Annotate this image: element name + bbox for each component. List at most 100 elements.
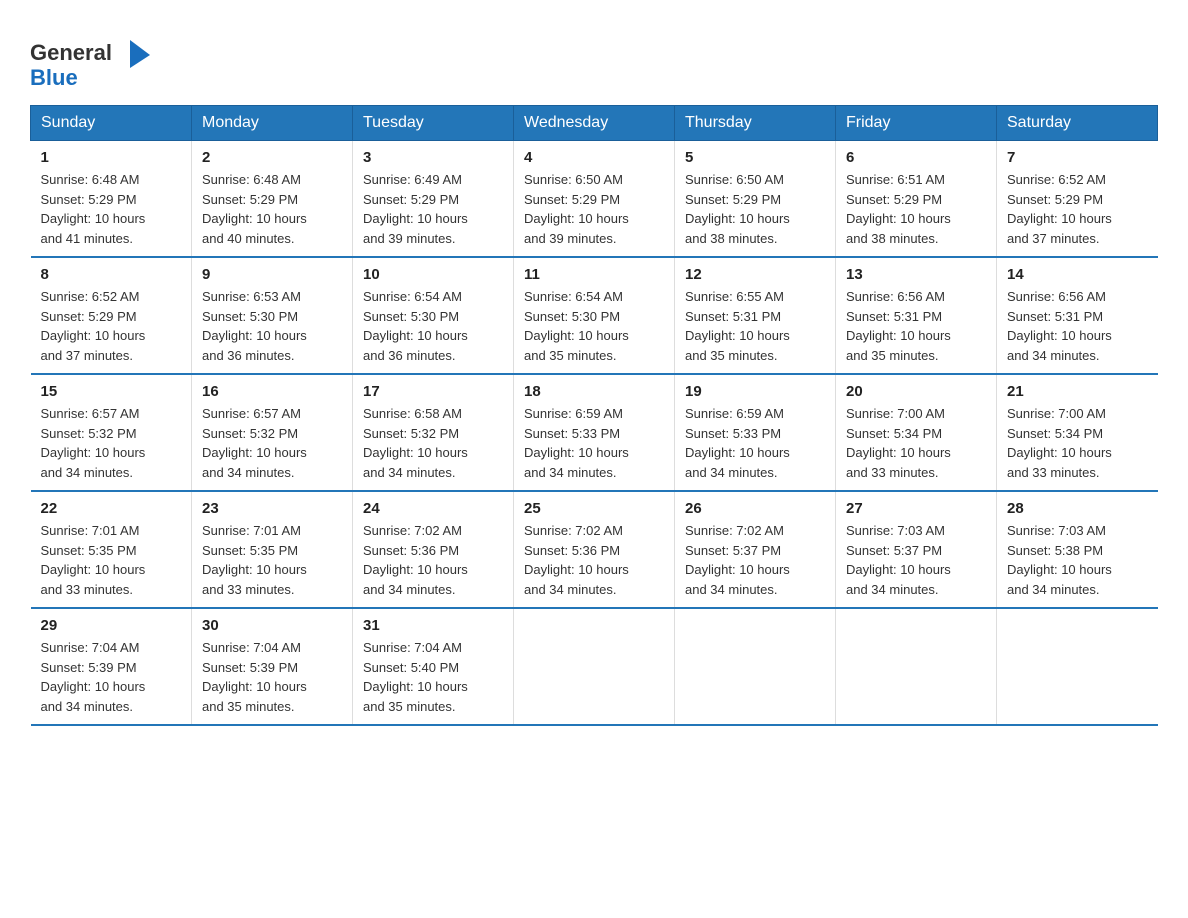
day-number: 28: [1007, 500, 1148, 517]
day-number: 7: [1007, 149, 1148, 166]
day-number: 13: [846, 266, 986, 283]
calendar-day-cell: 24 Sunrise: 7:02 AM Sunset: 5:36 PM Dayli…: [353, 491, 514, 608]
day-number: 19: [685, 383, 825, 400]
day-info: Sunrise: 7:02 AM Sunset: 5:37 PM Dayligh…: [685, 521, 825, 599]
logo: General Blue: [30, 20, 150, 95]
calendar-day-cell: 25 Sunrise: 7:02 AM Sunset: 5:36 PM Dayli…: [514, 491, 675, 608]
day-number: 14: [1007, 266, 1148, 283]
day-info: Sunrise: 7:00 AM Sunset: 5:34 PM Dayligh…: [1007, 404, 1148, 482]
day-number: 21: [1007, 383, 1148, 400]
day-number: 18: [524, 383, 664, 400]
calendar-day-cell: 22 Sunrise: 7:01 AM Sunset: 5:35 PM Dayli…: [31, 491, 192, 608]
calendar-day-cell: 15 Sunrise: 6:57 AM Sunset: 5:32 PM Dayli…: [31, 374, 192, 491]
day-info: Sunrise: 6:48 AM Sunset: 5:29 PM Dayligh…: [202, 170, 342, 248]
calendar-day-cell: 27Sunrise: 7:03 AM Sunset: 5:37 PM Dayli…: [836, 491, 997, 608]
calendar-day-cell: 8 Sunrise: 6:52 AM Sunset: 5:29 PM Daylig…: [31, 257, 192, 374]
day-info: Sunrise: 6:57 AM Sunset: 5:32 PM Dayligh…: [202, 404, 342, 482]
calendar-day-cell: 3 Sunrise: 6:49 AM Sunset: 5:29 PM Daylig…: [353, 141, 514, 258]
day-number: 24: [363, 500, 503, 517]
day-info: Sunrise: 6:50 AM Sunset: 5:29 PM Dayligh…: [685, 170, 825, 248]
day-info: Sunrise: 7:03 AM Sunset: 5:38 PM Dayligh…: [1007, 521, 1148, 599]
day-number: 6: [846, 149, 986, 166]
day-number: 8: [41, 266, 182, 283]
calendar-day-cell: 7 Sunrise: 6:52 AM Sunset: 5:29 PM Daylig…: [997, 141, 1158, 258]
calendar-day-cell: 12Sunrise: 6:55 AM Sunset: 5:31 PM Dayli…: [675, 257, 836, 374]
calendar-table: SundayMondayTuesdayWednesdayThursdayFrid…: [30, 105, 1158, 726]
calendar-body: 1 Sunrise: 6:48 AM Sunset: 5:29 PM Daylig…: [31, 141, 1158, 726]
weekday-header-wednesday: Wednesday: [514, 106, 675, 141]
calendar-day-cell: 4 Sunrise: 6:50 AM Sunset: 5:29 PM Daylig…: [514, 141, 675, 258]
day-info: Sunrise: 6:58 AM Sunset: 5:32 PM Dayligh…: [363, 404, 503, 482]
day-info: Sunrise: 7:03 AM Sunset: 5:37 PM Dayligh…: [846, 521, 986, 599]
calendar-day-cell: 10 Sunrise: 6:54 AM Sunset: 5:30 PM Dayli…: [353, 257, 514, 374]
day-info: Sunrise: 6:53 AM Sunset: 5:30 PM Dayligh…: [202, 287, 342, 365]
day-number: 17: [363, 383, 503, 400]
day-info: Sunrise: 6:52 AM Sunset: 5:29 PM Dayligh…: [41, 287, 182, 365]
day-info: Sunrise: 7:00 AM Sunset: 5:34 PM Dayligh…: [846, 404, 986, 482]
day-number: 2: [202, 149, 342, 166]
calendar-week-row: 8 Sunrise: 6:52 AM Sunset: 5:29 PM Daylig…: [31, 257, 1158, 374]
svg-text:General: General: [30, 40, 112, 65]
calendar-day-cell: 31Sunrise: 7:04 AM Sunset: 5:40 PM Dayli…: [353, 608, 514, 725]
svg-text:Blue: Blue: [30, 65, 78, 90]
calendar-day-cell: 16 Sunrise: 6:57 AM Sunset: 5:32 PM Dayli…: [192, 374, 353, 491]
day-number: 22: [41, 500, 182, 517]
day-number: 29: [41, 617, 182, 634]
calendar-day-cell: 13Sunrise: 6:56 AM Sunset: 5:31 PM Dayli…: [836, 257, 997, 374]
day-number: 3: [363, 149, 503, 166]
day-info: Sunrise: 6:57 AM Sunset: 5:32 PM Dayligh…: [41, 404, 182, 482]
calendar-day-cell: [675, 608, 836, 725]
logo-svg: General Blue: [30, 30, 150, 95]
weekday-header-friday: Friday: [836, 106, 997, 141]
day-info: Sunrise: 6:51 AM Sunset: 5:29 PM Dayligh…: [846, 170, 986, 248]
weekday-header-saturday: Saturday: [997, 106, 1158, 141]
calendar-day-cell: 19 Sunrise: 6:59 AM Sunset: 5:33 PM Dayli…: [675, 374, 836, 491]
weekday-header-thursday: Thursday: [675, 106, 836, 141]
calendar-day-cell: 21 Sunrise: 7:00 AM Sunset: 5:34 PM Dayli…: [997, 374, 1158, 491]
calendar-week-row: 22 Sunrise: 7:01 AM Sunset: 5:35 PM Dayli…: [31, 491, 1158, 608]
day-number: 20: [846, 383, 986, 400]
calendar-week-row: 1 Sunrise: 6:48 AM Sunset: 5:29 PM Daylig…: [31, 141, 1158, 258]
calendar-header: SundayMondayTuesdayWednesdayThursdayFrid…: [31, 106, 1158, 141]
calendar-day-cell: [514, 608, 675, 725]
day-number: 31: [363, 617, 503, 634]
calendar-day-cell: 17 Sunrise: 6:58 AM Sunset: 5:32 PM Dayli…: [353, 374, 514, 491]
calendar-day-cell: [836, 608, 997, 725]
day-number: 15: [41, 383, 182, 400]
day-number: 30: [202, 617, 342, 634]
day-number: 23: [202, 500, 342, 517]
day-info: Sunrise: 7:01 AM Sunset: 5:35 PM Dayligh…: [41, 521, 182, 599]
day-number: 4: [524, 149, 664, 166]
day-number: 25: [524, 500, 664, 517]
calendar-day-cell: 1 Sunrise: 6:48 AM Sunset: 5:29 PM Daylig…: [31, 141, 192, 258]
day-info: Sunrise: 6:54 AM Sunset: 5:30 PM Dayligh…: [363, 287, 503, 365]
day-number: 9: [202, 266, 342, 283]
day-info: Sunrise: 6:54 AM Sunset: 5:30 PM Dayligh…: [524, 287, 664, 365]
day-number: 10: [363, 266, 503, 283]
page-header: General Blue: [30, 20, 1158, 95]
day-number: 11: [524, 266, 664, 283]
day-info: Sunrise: 6:48 AM Sunset: 5:29 PM Dayligh…: [41, 170, 182, 248]
day-number: 16: [202, 383, 342, 400]
day-info: Sunrise: 7:02 AM Sunset: 5:36 PM Dayligh…: [524, 521, 664, 599]
day-info: Sunrise: 6:50 AM Sunset: 5:29 PM Dayligh…: [524, 170, 664, 248]
calendar-week-row: 15 Sunrise: 6:57 AM Sunset: 5:32 PM Dayli…: [31, 374, 1158, 491]
day-info: Sunrise: 6:49 AM Sunset: 5:29 PM Dayligh…: [363, 170, 503, 248]
calendar-day-cell: 11 Sunrise: 6:54 AM Sunset: 5:30 PM Dayli…: [514, 257, 675, 374]
day-info: Sunrise: 7:02 AM Sunset: 5:36 PM Dayligh…: [363, 521, 503, 599]
day-info: Sunrise: 6:52 AM Sunset: 5:29 PM Dayligh…: [1007, 170, 1148, 248]
calendar-day-cell: 29Sunrise: 7:04 AM Sunset: 5:39 PM Dayli…: [31, 608, 192, 725]
calendar-day-cell: [997, 608, 1158, 725]
calendar-day-cell: 26Sunrise: 7:02 AM Sunset: 5:37 PM Dayli…: [675, 491, 836, 608]
calendar-day-cell: 18 Sunrise: 6:59 AM Sunset: 5:33 PM Dayli…: [514, 374, 675, 491]
day-info: Sunrise: 7:01 AM Sunset: 5:35 PM Dayligh…: [202, 521, 342, 599]
day-number: 1: [41, 149, 182, 166]
day-info: Sunrise: 6:59 AM Sunset: 5:33 PM Dayligh…: [524, 404, 664, 482]
calendar-day-cell: 20 Sunrise: 7:00 AM Sunset: 5:34 PM Dayli…: [836, 374, 997, 491]
day-info: Sunrise: 6:59 AM Sunset: 5:33 PM Dayligh…: [685, 404, 825, 482]
weekday-header-row: SundayMondayTuesdayWednesdayThursdayFrid…: [31, 106, 1158, 141]
calendar-day-cell: 14Sunrise: 6:56 AM Sunset: 5:31 PM Dayli…: [997, 257, 1158, 374]
calendar-day-cell: 9 Sunrise: 6:53 AM Sunset: 5:30 PM Daylig…: [192, 257, 353, 374]
calendar-day-cell: 30Sunrise: 7:04 AM Sunset: 5:39 PM Dayli…: [192, 608, 353, 725]
calendar-day-cell: 6 Sunrise: 6:51 AM Sunset: 5:29 PM Daylig…: [836, 141, 997, 258]
